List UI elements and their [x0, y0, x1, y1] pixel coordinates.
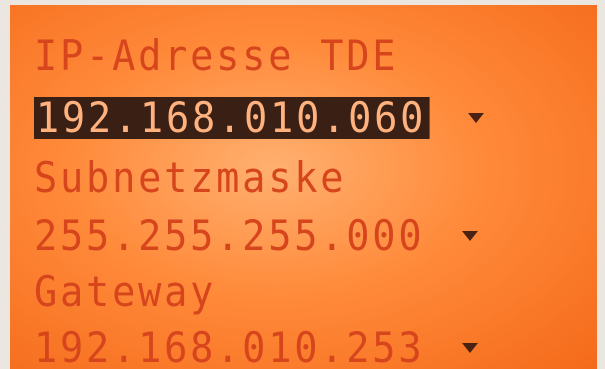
gateway-dropdown-icon[interactable] [462, 343, 479, 353]
subnet-mask-value[interactable]: 255.255.255.000 [34, 215, 424, 257]
subnet-mask-dropdown-icon[interactable] [462, 231, 479, 241]
ip-address-field[interactable]: 192.168.010.060 [34, 95, 554, 141]
subnet-mask-field[interactable]: 255.255.255.000 [34, 213, 554, 259]
gateway-value[interactable]: 192.168.010.253 [34, 327, 424, 369]
gateway-label-row: Gateway [34, 269, 232, 315]
lcd-display: IP-Adresse TDE 192.168.010.060 Subnetzma… [10, 5, 597, 369]
ip-address-value[interactable]: 192.168.010.060 [34, 97, 430, 139]
gateway-field[interactable]: 192.168.010.253 [34, 325, 554, 369]
subnet-mask-label-row: Subnetzmaske [34, 155, 373, 201]
ip-address-dropdown-icon[interactable] [468, 113, 485, 123]
ip-address-label-row: IP-Adresse TDE [34, 33, 430, 79]
ip-address-label: IP-Adresse TDE [34, 31, 399, 80]
gateway-label: Gateway [34, 267, 217, 316]
subnet-mask-label: Subnetzmaske [34, 153, 347, 202]
